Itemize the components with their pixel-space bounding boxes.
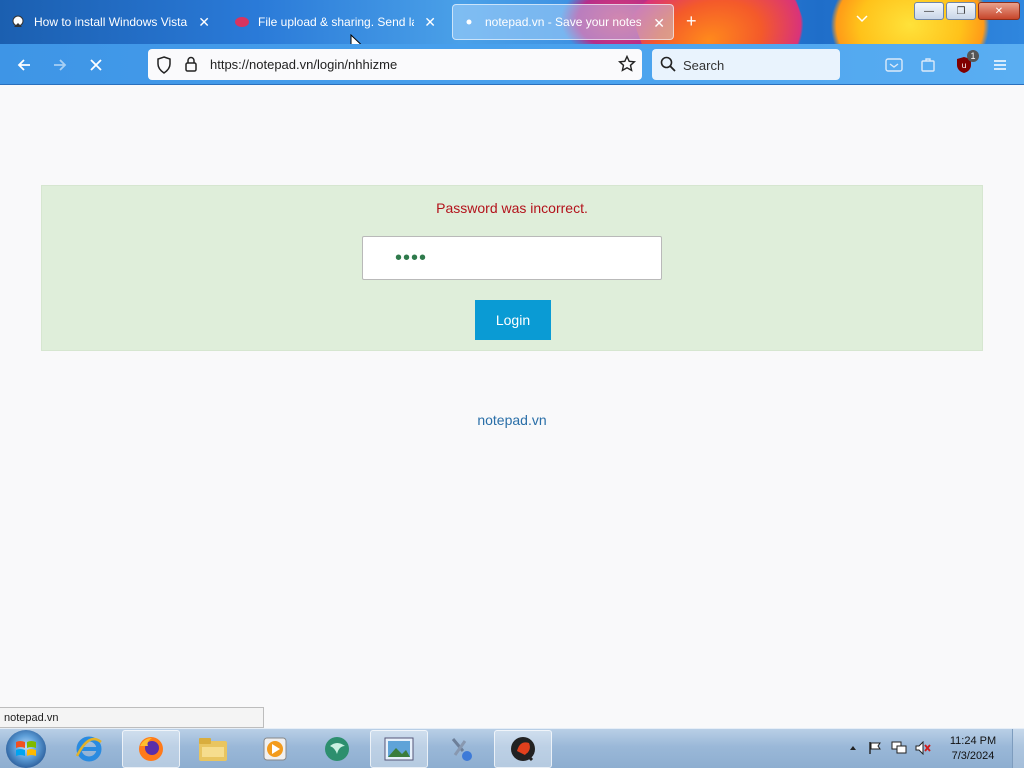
login-panel: Password was incorrect. •••• Login <box>41 185 983 351</box>
navigation-toolbar: https://notepad.vn/login/nhhizme Search … <box>0 44 1024 85</box>
show-desktop-button[interactable] <box>1012 729 1024 768</box>
taskbar-media-player[interactable] <box>246 730 304 768</box>
back-arrow-icon <box>17 59 30 71</box>
windows-taskbar: 11:24 PM 7/3/2024 <box>0 728 1024 768</box>
taskbar-firefox[interactable] <box>122 730 180 768</box>
page-icon <box>10 14 26 30</box>
list-tabs-chevron-icon[interactable] <box>856 12 868 26</box>
status-bar-url: notepad.vn <box>0 707 264 728</box>
minimize-button[interactable]: — <box>914 2 944 20</box>
login-button[interactable]: Login <box>475 300 551 340</box>
lock-icon[interactable] <box>184 56 198 77</box>
new-tab-button[interactable]: + <box>686 11 697 32</box>
taskbar-internet-explorer[interactable] <box>60 730 118 768</box>
upload-icon <box>234 14 250 30</box>
network-icon[interactable] <box>890 739 908 757</box>
tab-file-upload[interactable]: File upload & sharing. Send larg ✕ <box>226 4 444 40</box>
forward-button[interactable] <box>48 53 72 77</box>
file-explorer-icon <box>199 738 227 761</box>
taskbar-image-viewer[interactable] <box>370 730 428 768</box>
tracking-protection-shield-icon[interactable] <box>156 56 172 79</box>
tools-icon <box>451 738 472 761</box>
volume-muted-icon[interactable] <box>914 739 932 757</box>
error-message: Password was incorrect. <box>436 200 588 216</box>
password-input[interactable]: •••• <box>362 236 662 280</box>
web-page: Password was incorrect. •••• Login notep… <box>0 85 1024 728</box>
close-tab-icon[interactable]: ✕ <box>198 14 210 31</box>
tab-title: notepad.vn - Save your notes <box>485 15 641 29</box>
extensions-puzzle-icon[interactable] <box>918 55 938 75</box>
stop-loading-button[interactable] <box>84 53 108 77</box>
media-player-icon <box>263 737 287 761</box>
footer-home-link[interactable]: notepad.vn <box>0 412 1024 428</box>
bookmark-star-icon[interactable] <box>617 54 637 78</box>
pocket-icon[interactable] <box>884 55 904 75</box>
taskbar-tools[interactable] <box>432 730 490 768</box>
maximize-button[interactable]: ❐ <box>946 2 976 20</box>
mouse-cursor-icon <box>350 34 362 44</box>
window-controls: — ❐ ✕ <box>914 2 1020 20</box>
svg-text:u: u <box>961 61 966 70</box>
show-hidden-icons-chevron-icon[interactable] <box>844 739 862 757</box>
menu-hamburger-icon[interactable] <box>990 55 1010 75</box>
search-icon <box>660 56 676 77</box>
url-text[interactable]: https://notepad.vn/login/nhhizme <box>210 57 397 72</box>
search-placeholder: Search <box>683 58 725 73</box>
taskbar-chat-app[interactable] <box>308 730 366 768</box>
close-window-button[interactable]: ✕ <box>978 2 1020 20</box>
forward-arrow-icon <box>54 59 67 71</box>
loading-dot-icon <box>461 14 477 30</box>
taskbar-q-app[interactable] <box>494 730 552 768</box>
close-tab-icon[interactable]: ✕ <box>424 14 436 31</box>
close-tab-icon[interactable]: ✕ <box>653 15 665 32</box>
app-bubble-icon <box>325 737 349 761</box>
search-box[interactable]: Search <box>652 49 840 80</box>
clock-date: 7/3/2024 <box>951 750 995 762</box>
tab-notepad-vn[interactable]: notepad.vn - Save your notes ✕ <box>452 4 674 40</box>
clock-time: 11:24 PM <box>949 735 997 747</box>
firefox-icon <box>139 737 163 761</box>
tab-title: File upload & sharing. Send larg <box>258 15 414 29</box>
extension-badge: 1 <box>967 50 979 62</box>
system-clock[interactable]: 11:24 PM 7/3/2024 <box>940 734 1006 764</box>
windows-logo-icon <box>16 741 36 756</box>
tab-how-to-install-vista[interactable]: How to install Windows Vista m ✕ <box>2 4 218 40</box>
ie-icon <box>75 736 102 762</box>
image-viewer-icon <box>384 737 414 761</box>
start-button[interactable] <box>6 730 46 768</box>
address-bar[interactable]: https://notepad.vn/login/nhhizme <box>148 49 642 80</box>
browser-tab-bar: How to install Windows Vista m ✕ File up… <box>0 0 1024 44</box>
ublock-icon[interactable]: u 1 <box>954 50 979 75</box>
stop-x-icon <box>90 59 102 71</box>
q-app-icon <box>511 737 535 762</box>
back-button[interactable] <box>12 53 36 77</box>
action-center-flag-icon[interactable] <box>866 739 884 757</box>
tab-title: How to install Windows Vista m <box>34 15 190 29</box>
taskbar-file-explorer[interactable] <box>184 730 242 768</box>
